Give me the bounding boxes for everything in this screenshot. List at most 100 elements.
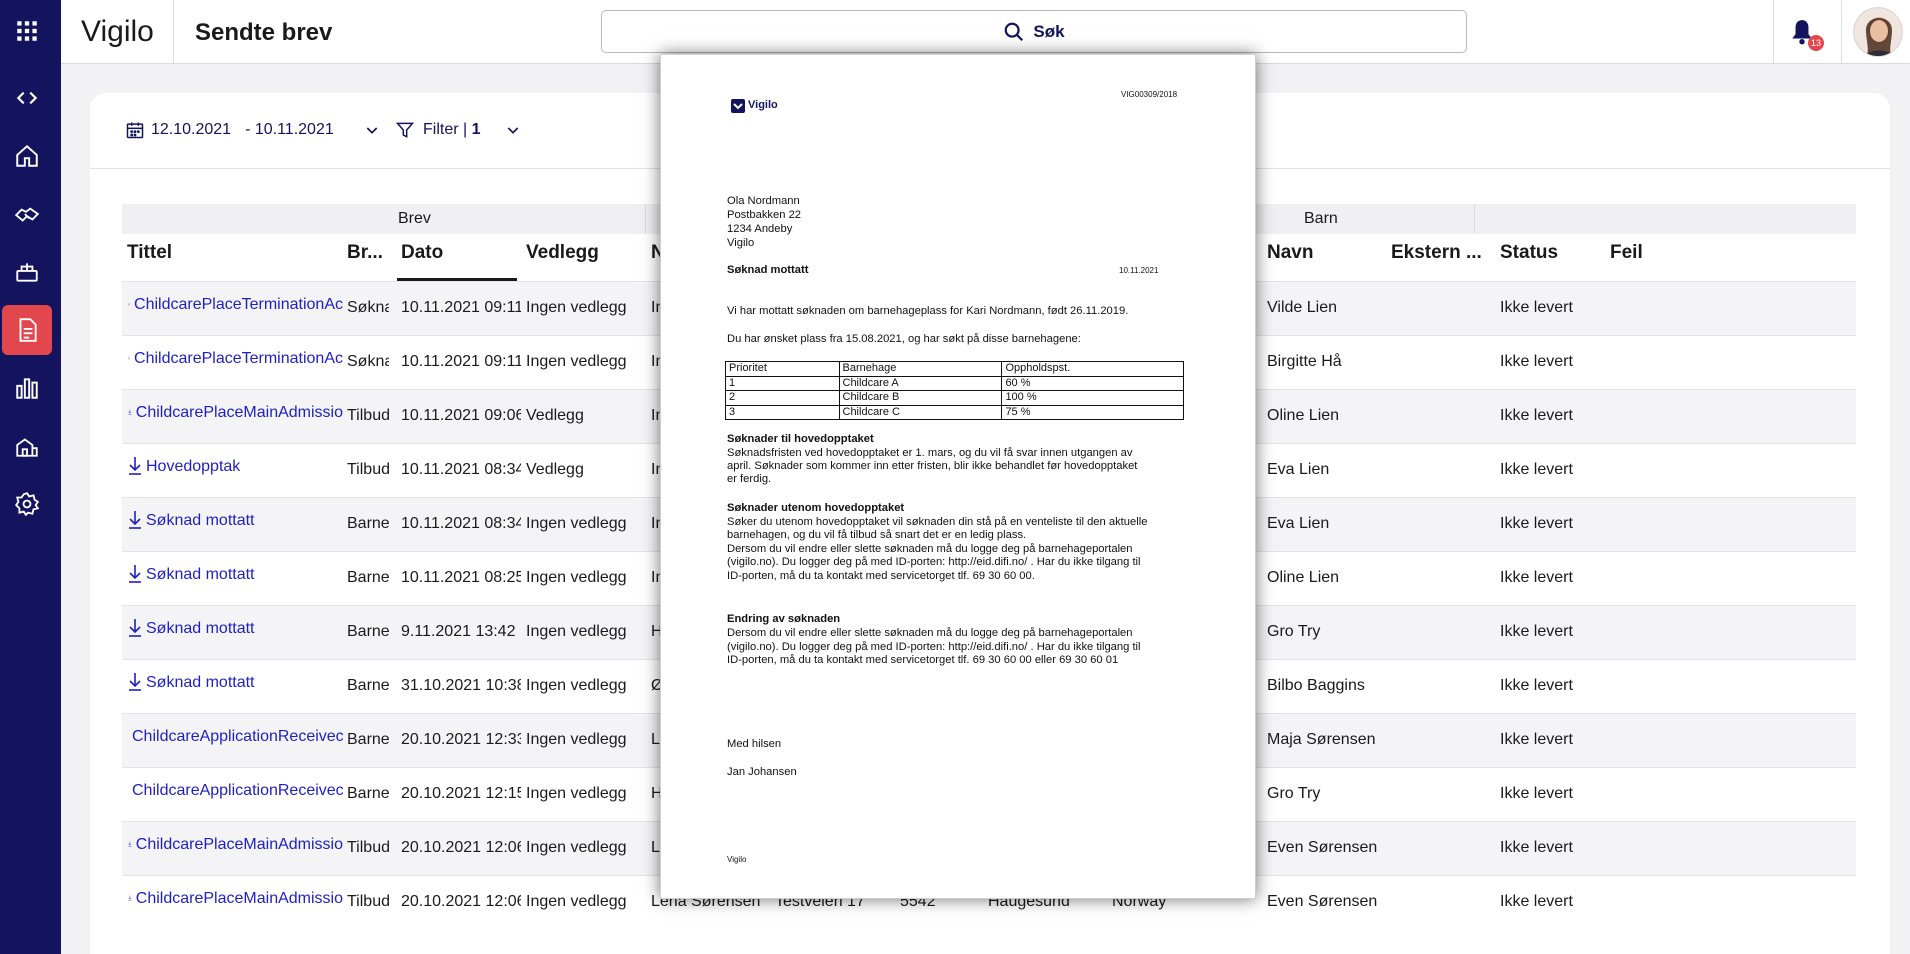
download-icon[interactable] (128, 672, 142, 692)
search-input[interactable]: Søk (601, 10, 1467, 53)
letter-title-link[interactable]: Søknad mottatt (128, 564, 343, 584)
letter-title-link[interactable]: ChildcarePlaceMainAdmissio (128, 888, 343, 908)
download-icon[interactable] (128, 834, 132, 854)
column-header-ekstern[interactable]: Ekstern ... (1391, 242, 1482, 264)
letter-title-link[interactable]: ChildcarePlaceTerminationAc (128, 294, 343, 314)
sent-letters-icon[interactable] (2, 305, 52, 355)
cell-brevtype: Barneh (347, 731, 389, 748)
letter-recipient-line: 1234 Andeby (727, 223, 793, 235)
cell-barn-navn: Gro Try (1267, 623, 1321, 640)
letter-title-link[interactable]: Hovedopptak (128, 456, 343, 476)
cell-brevtype: Barneh (347, 785, 389, 802)
app-grid-icon[interactable] (2, 6, 52, 56)
letter-title-link[interactable]: ChildcarePlaceMainAdmissio (128, 834, 343, 854)
letter-title[interactable]: ChildcareApplicationReceivec (132, 728, 343, 746)
cell-status: Ikke levert (1500, 677, 1573, 694)
column-header-dato[interactable]: Dato (401, 242, 443, 264)
column-header-navn[interactable]: Navn (1267, 242, 1313, 264)
cell-dato: 10.11.2021 09:11 (401, 353, 521, 370)
user-avatar[interactable] (1853, 7, 1903, 57)
filter-label: Filter | (423, 121, 472, 138)
cell-vedlegg: Ingen vedlegg (526, 677, 627, 694)
header-divider (1841, 0, 1842, 64)
expand-collapse-icon[interactable] (2, 73, 52, 123)
download-icon[interactable] (128, 564, 142, 584)
letter-table-header: Oppholdspst. (1001, 361, 1184, 377)
letter-closing: Med hilsen (727, 738, 782, 750)
letter-title[interactable]: Hovedopptak (146, 458, 240, 476)
letter-title-link[interactable]: ChildcareApplicationReceivec (128, 780, 343, 800)
letter-title[interactable]: ChildcarePlaceMainAdmissio (136, 836, 343, 854)
cell-vedlegg: Ingen vedlegg (526, 623, 627, 640)
cell-status: Ikke levert (1500, 785, 1573, 802)
child-stroller-icon[interactable] (2, 247, 52, 297)
download-icon[interactable] (128, 456, 142, 476)
cell-dato: 10.11.2021 08:25 (401, 569, 521, 586)
download-icon[interactable] (128, 888, 132, 908)
letter-title-link[interactable]: Søknad mottatt (128, 510, 343, 530)
download-icon[interactable] (128, 618, 142, 638)
download-icon[interactable] (128, 510, 142, 530)
settings-gear-icon[interactable] (2, 479, 52, 529)
letter-paragraph-line: (vigilo.no). Du logger deg på med ID-por… (727, 556, 1141, 568)
letter-title-link[interactable]: Søknad mottatt (128, 618, 343, 638)
statistics-icon[interactable] (2, 363, 52, 413)
download-icon[interactable] (128, 402, 132, 422)
cell-vedlegg: Ingen vedlegg (526, 731, 627, 748)
filter-button[interactable]: Filter | 1 (395, 120, 521, 140)
letter-title[interactable]: ChildcareApplicationReceivec (132, 782, 343, 800)
chevron-down-icon[interactable] (505, 122, 521, 138)
letter-recipient-line: Ola Nordmann (727, 195, 800, 207)
letter-title[interactable]: Søknad mottatt (146, 512, 255, 530)
letter-title[interactable]: ChildcarePlaceTerminationAc (134, 296, 343, 314)
letter-title-link[interactable]: ChildcarePlaceTerminationAc (128, 348, 343, 368)
cell-vedlegg: Ingen vedlegg (526, 785, 627, 802)
cell-dato: 10.11.2021 08:34 (401, 461, 521, 478)
cell-status: Ikke levert (1500, 407, 1573, 424)
search-icon (1005, 22, 1024, 41)
cell-status: Ikke levert (1500, 299, 1573, 316)
cell-brevtype: Søknad (347, 353, 389, 370)
kindergarten-icon[interactable] (2, 421, 52, 471)
letter-signer: Jan Johansen (727, 766, 797, 778)
column-header-brevtype[interactable]: Br... (347, 242, 383, 264)
group-divider (1474, 204, 1475, 234)
cell-barn-navn: Oline Lien (1267, 407, 1340, 424)
cell-vedlegg: Ingen vedlegg (526, 353, 627, 370)
download-icon[interactable] (128, 348, 130, 368)
letter-title[interactable]: Søknad mottatt (146, 566, 255, 584)
left-navigation (0, 0, 61, 954)
cell-status: Ikke levert (1500, 893, 1573, 910)
download-icon[interactable] (128, 294, 130, 314)
cell-brevtype: Søknad (347, 299, 389, 316)
cell-status: Ikke levert (1500, 353, 1573, 370)
chevron-down-icon[interactable] (364, 122, 380, 138)
cell-dato: 10.11.2021 09:11 (401, 299, 521, 316)
handshake-icon[interactable] (2, 189, 52, 239)
letter-heading: Søknader utenom hovedopptaket (727, 502, 905, 514)
cell-vedlegg: Vedlegg (526, 407, 584, 424)
cell-status: Ikke levert (1500, 731, 1573, 748)
column-header-tittel[interactable]: Tittel (127, 242, 172, 264)
calendar-icon (126, 122, 144, 139)
column-header-feil[interactable]: Feil (1610, 242, 1643, 264)
letter-title-link[interactable]: ChildcarePlaceMainAdmissio (128, 402, 343, 422)
column-header-status[interactable]: Status (1500, 242, 1558, 264)
letter-title[interactable]: ChildcarePlaceMainAdmissio (136, 404, 343, 422)
cell-barn-navn: Gro Try (1267, 785, 1321, 802)
letter-title[interactable]: Søknad mottatt (146, 674, 255, 692)
letter-paragraph-line: barnehagen, og du vil få tilbud så snart… (727, 529, 1027, 541)
letter-title-link[interactable]: ChildcareApplicationReceivec (128, 726, 343, 746)
date-range-picker[interactable]: 12.10.2021 - 10.11.2021 (125, 120, 380, 140)
letter-table-cell: 100 % (1001, 390, 1184, 406)
column-header-vedlegg[interactable]: Vedlegg (526, 242, 599, 264)
cell-vedlegg: Ingen vedlegg (526, 893, 627, 910)
letter-title[interactable]: ChildcarePlaceMainAdmissio (136, 890, 343, 908)
letter-title-link[interactable]: Søknad mottatt (128, 672, 343, 692)
letter-table-header: Barnehage (838, 361, 1003, 377)
home-icon[interactable] (2, 131, 52, 181)
cell-brevtype: Tilbud c (347, 839, 389, 856)
letter-intro: Vi har mottatt søknaden om barnehageplas… (727, 305, 1129, 317)
letter-title[interactable]: Søknad mottatt (146, 620, 255, 638)
letter-title[interactable]: ChildcarePlaceTerminationAc (134, 350, 343, 368)
